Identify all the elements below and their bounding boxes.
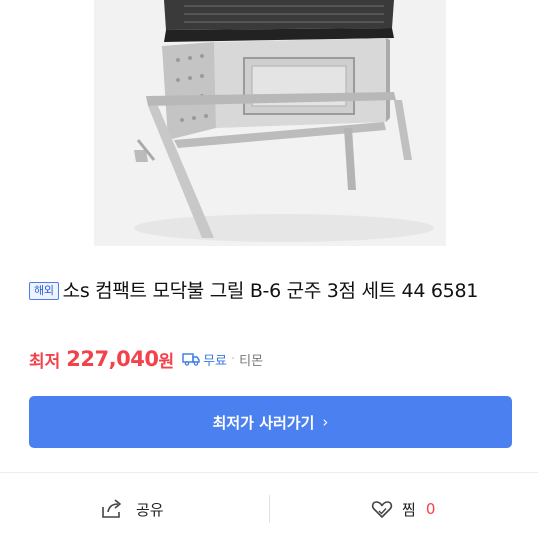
buy-lowest-price-button[interactable]: 최저가 사러가기 › <box>29 396 512 448</box>
truck-icon <box>182 353 200 366</box>
action-separator <box>269 495 270 523</box>
wish-label: 찜 <box>402 500 416 519</box>
wishlist-button[interactable]: 찜 0 <box>370 495 435 523</box>
grill-illustration <box>94 0 446 246</box>
product-title-row: 해외 소s 컴팩트 모닥불 그릴 B-6 군주 3점 세트 44 6581 <box>29 274 519 308</box>
heart-icon <box>371 501 393 518</box>
share-icon <box>102 499 121 518</box>
price-unit: 원 <box>158 351 175 372</box>
price-row: 최저 227,040 원 무료 · 티몬 <box>29 344 263 374</box>
product-image[interactable] <box>94 0 446 246</box>
wish-count: 0 <box>425 500 436 518</box>
cta-label: 최저가 사러가기 <box>212 413 315 432</box>
separator-dot: · <box>231 351 236 367</box>
bottom-action-bar: 공유 찜 0 <box>0 473 538 538</box>
shipping-text: 무료 <box>203 353 227 369</box>
price-value: 227,040 <box>66 347 159 371</box>
share-label: 공유 <box>136 500 164 519</box>
share-button[interactable]: 공유 <box>100 495 164 523</box>
seller-name[interactable]: 티몬 <box>239 350 263 369</box>
price-label: 최저 <box>29 351 61 372</box>
product-title: 소s 컴팩트 모닥불 그릴 B-6 군주 3점 세트 44 6581 <box>62 280 479 302</box>
overseas-badge: 해외 <box>29 282 59 300</box>
chevron-right-icon: › <box>322 413 329 431</box>
